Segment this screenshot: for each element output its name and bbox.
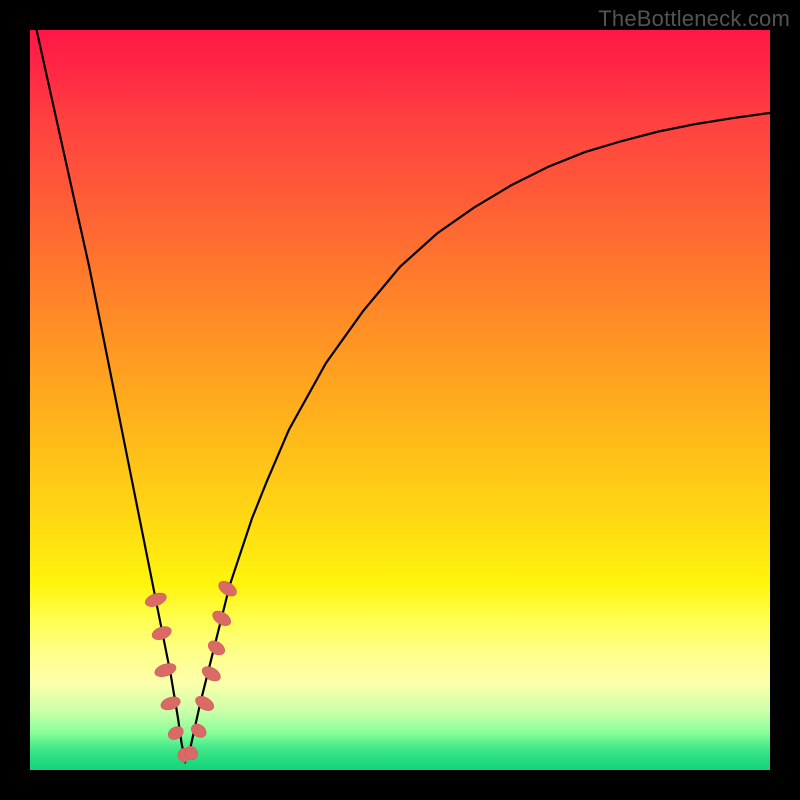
marker-point [143,590,168,609]
watermark-text: TheBottleneck.com [598,6,790,32]
plot-area [30,30,770,770]
marker-point [210,608,233,629]
bottleneck-curve [30,0,770,761]
marker-point [200,664,223,684]
marker-point [193,693,216,713]
marker-point [150,624,173,642]
marker-point [153,661,178,679]
chart-frame: TheBottleneck.com [0,0,800,800]
marker-point [159,695,182,713]
chart-svg [30,30,770,770]
marker-point [166,724,186,742]
